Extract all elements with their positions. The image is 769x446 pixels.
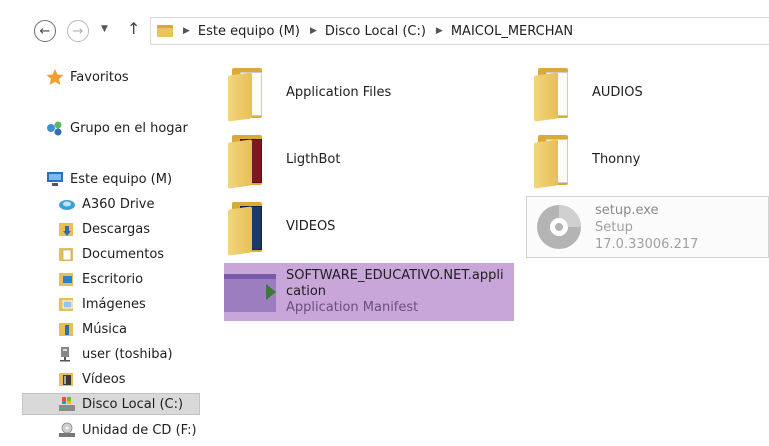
nav-item-label: A360 Drive bbox=[82, 196, 155, 212]
nav-item-local-disk[interactable]: Disco Local (C:) bbox=[22, 393, 200, 415]
nav-homegroup-label: Grupo en el hogar bbox=[70, 120, 188, 136]
downloads-folder-icon bbox=[58, 221, 76, 237]
nav-this-pc-label: Este equipo (M) bbox=[70, 171, 173, 187]
nav-item-label: Imágenes bbox=[82, 296, 146, 312]
file-type: Setup bbox=[595, 219, 633, 235]
star-icon bbox=[46, 69, 64, 85]
file-name-line-2: cation bbox=[286, 284, 327, 299]
chevron-right-icon[interactable]: ▶ bbox=[436, 26, 443, 36]
nav-item-a360-drive[interactable]: A360 Drive bbox=[58, 193, 155, 215]
folder-application-files[interactable]: Application Files bbox=[228, 60, 508, 124]
nav-item-label: Disco Local (C:) bbox=[82, 396, 184, 412]
nav-item-label: Documentos bbox=[82, 246, 165, 262]
file-name: VIDEOS bbox=[286, 218, 336, 234]
file-name: AUDIOS bbox=[592, 84, 643, 100]
breadcrumb-local-disk[interactable]: Disco Local (C:) bbox=[325, 24, 426, 39]
nav-this-pc[interactable]: Este equipo (M) bbox=[46, 168, 172, 190]
chevron-right-icon[interactable]: ▶ bbox=[183, 26, 190, 36]
folder-icon bbox=[534, 64, 574, 122]
nav-item-label: Unidad de CD (F:) bbox=[82, 422, 197, 438]
nav-item-musica[interactable]: Música bbox=[58, 318, 127, 340]
folder-icon bbox=[534, 131, 574, 189]
folder-audios[interactable]: AUDIOS bbox=[534, 60, 764, 124]
nav-homegroup[interactable]: Grupo en el hogar bbox=[46, 117, 188, 139]
cd-drive-icon bbox=[58, 422, 76, 438]
up-arrow-icon[interactable]: ↑ bbox=[127, 19, 140, 38]
setup-disc-icon bbox=[533, 201, 585, 253]
nav-item-label: Música bbox=[82, 321, 127, 337]
file-setup-exe[interactable]: setup.exe Setup 17.0.33006.217 bbox=[526, 196, 769, 258]
file-name: Thonny bbox=[592, 151, 641, 167]
nav-item-videos[interactable]: Vídeos bbox=[58, 368, 125, 390]
folder-icon bbox=[228, 64, 268, 122]
arrow-right-icon: → bbox=[72, 23, 84, 39]
folder-icon bbox=[228, 198, 268, 256]
manifest-details: SOFTWARE_EDUCATIVO.NET.appli cation Appl… bbox=[286, 268, 504, 316]
navigation-pane: Favoritos Grupo en el hogar Este equipo … bbox=[0, 56, 206, 446]
network-drive-icon bbox=[58, 346, 76, 362]
file-version: 17.0.33006.217 bbox=[595, 236, 699, 252]
folder-icon bbox=[228, 131, 268, 189]
chevron-right-icon[interactable]: ▶ bbox=[310, 26, 317, 36]
folder-ligthbot[interactable]: LigthBot bbox=[228, 127, 508, 191]
videos-folder-icon bbox=[58, 371, 76, 387]
breadcrumb-this-pc[interactable]: Este equipo (M) bbox=[198, 24, 300, 39]
file-name-line-1: SOFTWARE_EDUCATIVO.NET.appli bbox=[286, 268, 504, 283]
nav-item-user-toshiba[interactable]: user (toshiba) bbox=[58, 343, 173, 365]
nav-item-cd-drive[interactable]: Unidad de CD (F:) bbox=[58, 419, 197, 441]
file-type: Application Manifest bbox=[286, 300, 419, 315]
file-application-manifest[interactable]: SOFTWARE_EDUCATIVO.NET.appli cation Appl… bbox=[224, 263, 514, 321]
file-name: LigthBot bbox=[286, 151, 341, 167]
computer-icon bbox=[46, 171, 64, 187]
back-button[interactable]: ← bbox=[34, 20, 56, 42]
nav-item-label: user (toshiba) bbox=[82, 346, 173, 362]
homegroup-icon bbox=[46, 120, 64, 136]
nav-item-escritorio[interactable]: Escritorio bbox=[58, 268, 143, 290]
nav-favorites-label: Favoritos bbox=[70, 69, 129, 85]
file-name: setup.exe bbox=[595, 202, 659, 218]
nav-item-label: Descargas bbox=[82, 221, 151, 237]
file-list: Application Files AUDIOS LigthBot Thonny… bbox=[206, 56, 769, 446]
desktop-folder-icon bbox=[58, 271, 76, 287]
address-toolbar: ← → ▼ ↑ ▶ Este equipo (M) ▶ Disco Local … bbox=[0, 0, 769, 56]
nav-item-label: Vídeos bbox=[82, 371, 126, 387]
nav-item-documentos[interactable]: Documentos bbox=[58, 243, 164, 265]
pictures-folder-icon bbox=[58, 296, 76, 312]
breadcrumb-current-folder[interactable]: MAICOL_MERCHAN bbox=[451, 24, 573, 39]
recent-locations-chevron-icon[interactable]: ▼ bbox=[101, 24, 108, 34]
setup-details: setup.exe Setup 17.0.33006.217 bbox=[595, 202, 698, 253]
folder-videos[interactable]: VIDEOS bbox=[228, 194, 508, 258]
hard-drive-icon bbox=[58, 396, 76, 412]
manifest-icon bbox=[224, 270, 276, 314]
nav-item-imagenes[interactable]: Imágenes bbox=[58, 293, 146, 315]
file-name: Application Files bbox=[286, 84, 392, 100]
forward-button[interactable]: → bbox=[67, 20, 89, 42]
nav-item-descargas[interactable]: Descargas bbox=[58, 218, 150, 240]
folder-icon bbox=[157, 25, 173, 37]
nav-favorites[interactable]: Favoritos bbox=[46, 66, 129, 88]
nav-item-label: Escritorio bbox=[82, 271, 144, 287]
address-bar[interactable]: ▶ Este equipo (M) ▶ Disco Local (C:) ▶ M… bbox=[150, 17, 769, 45]
music-folder-icon bbox=[58, 321, 76, 337]
documents-folder-icon bbox=[58, 246, 76, 262]
cloud-drive-icon bbox=[58, 196, 76, 212]
arrow-left-icon: ← bbox=[39, 23, 51, 39]
folder-thonny[interactable]: Thonny bbox=[534, 127, 764, 191]
